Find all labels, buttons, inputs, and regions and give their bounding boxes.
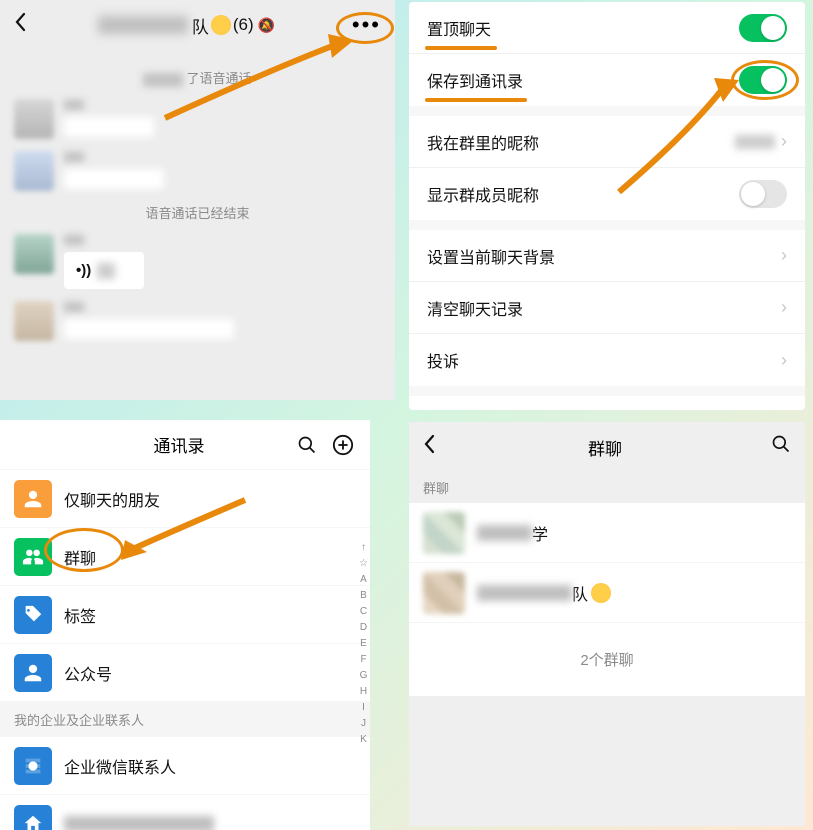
group-count: 2个群聊 [409,623,805,696]
setting-show-nicknames[interactable]: 显示群成员昵称 [409,168,805,220]
setting-my-nickname[interactable]: 我在群里的昵称 › [409,116,805,168]
chat-member-count: (6) [233,15,254,35]
group-list-screen: 群聊 群聊 学 队 2个群聊 [409,422,805,826]
group-avatar [423,572,465,614]
back-button[interactable] [423,434,445,460]
contacts-item-new-friends[interactable]: 仅聊天的朋友 [0,470,370,528]
mute-icon: 🔕 [258,17,275,34]
setting-pin-chat[interactable]: 置顶聊天 [409,2,805,54]
contacts-item-work[interactable]: 企业微信联系人 [0,737,370,795]
index-letter[interactable]: ↑ [359,540,368,556]
contacts-item-tags[interactable]: 标签 [0,586,370,644]
toggle-save-contacts[interactable] [739,66,787,94]
group-list-header: 群聊 [409,422,805,472]
emoji-icon [591,583,611,603]
chevron-right-icon: › [781,297,787,318]
audio-message[interactable]: •)) [64,252,144,289]
audio-icon: •)) [76,262,91,279]
toggle-show-nicknames[interactable] [739,180,787,208]
emoji-icon [211,15,231,35]
chevron-right-icon: › [781,350,787,371]
setting-save-contacts[interactable]: 保存到通讯录 [409,54,805,106]
contacts-section-header: 我的企业及企业联系人 [0,702,370,737]
chevron-right-icon: › [781,131,787,152]
index-letter[interactable]: D [359,620,368,636]
toggle-pin[interactable] [739,14,787,42]
chat-message: •)) [14,234,381,289]
contacts-screen: 通讯录 仅聊天的朋友 群聊 标签 公众号 我的企业及企业联系人 企业微信联系人 … [0,420,370,830]
chat-body: 了语音通话 语音通话已经结束 •)) [0,50,395,361]
setting-clear-history[interactable]: 清空聊天记录 › [409,282,805,334]
chat-message [14,99,381,139]
index-letter[interactable]: I [359,700,368,716]
add-icon[interactable] [330,432,356,458]
index-letter[interactable]: B [359,588,368,604]
contacts-item-group-chats[interactable]: 群聊 [0,528,370,586]
avatar[interactable] [14,151,54,191]
exit-group-button[interactable]: 退出群聊 [409,396,805,410]
contacts-title: 通讯录 [74,432,284,457]
index-letter[interactable]: F [359,652,368,668]
alphabet-index[interactable]: ↑☆ABCDEFGHIJK [359,540,368,748]
index-letter[interactable]: J [359,716,368,732]
setting-background[interactable]: 设置当前聊天背景 › [409,230,805,282]
chat-settings-screen: 置顶聊天 保存到通讯录 我在群里的昵称 › 显示群成员昵称 设置当前聊天背景 ›… [409,2,805,410]
more-button[interactable]: ••• [341,12,381,38]
chat-message [14,301,381,341]
chevron-right-icon: › [781,245,787,266]
group-list-title: 群聊 [445,435,765,460]
group-list-category: 群聊 [409,472,805,503]
group-chat-item[interactable]: 队 [409,563,805,623]
chat-title: 队 (6) 🔕 [32,13,341,38]
back-button[interactable] [14,12,32,38]
search-icon[interactable] [294,432,320,458]
index-letter[interactable]: K [359,732,368,748]
avatar[interactable] [14,301,54,341]
group-chat-item[interactable]: 学 [409,503,805,563]
contacts-item-blurred[interactable] [0,795,370,830]
chat-title-suffix: 队 [192,13,209,38]
chat-message [14,151,381,191]
index-letter[interactable]: H [359,684,368,700]
index-letter[interactable]: ☆ [359,556,368,572]
contacts-item-official[interactable]: 公众号 [0,644,370,702]
search-icon[interactable] [765,434,791,460]
index-letter[interactable]: A [359,572,368,588]
avatar[interactable] [14,234,54,274]
index-letter[interactable]: C [359,604,368,620]
index-letter[interactable]: G [359,668,368,684]
chat-header: 队 (6) 🔕 ••• [0,0,395,50]
index-letter[interactable]: E [359,636,368,652]
setting-report[interactable]: 投诉 › [409,334,805,386]
system-message: 了语音通话 [14,68,381,87]
contacts-header: 通讯录 [0,420,370,470]
group-avatar [423,512,465,554]
chat-screen: 队 (6) 🔕 ••• 了语音通话 语音通话已经结束 [0,0,395,400]
avatar[interactable] [14,99,54,139]
system-message: 语音通话已经结束 [14,203,381,222]
